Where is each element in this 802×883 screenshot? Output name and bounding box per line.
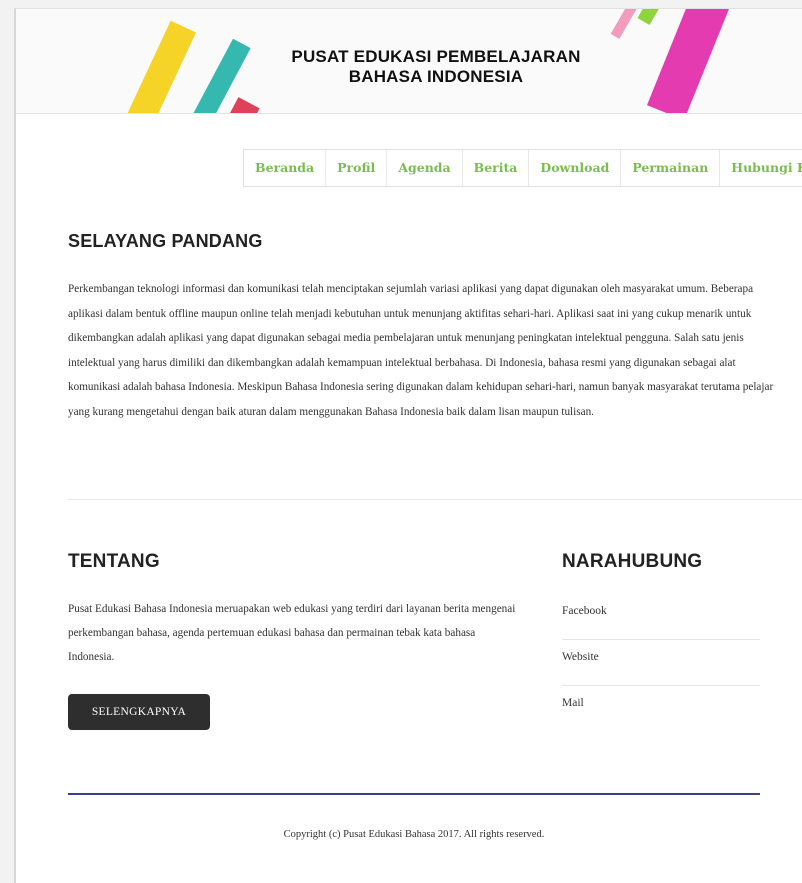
read-more-button[interactable]: SELENGKAPNYA	[68, 694, 210, 730]
section-divider	[68, 499, 802, 500]
site-title-line1: PUSAT EDUKASI PEMBELAJARAN	[291, 47, 581, 66]
decor-stripe-magenta	[646, 9, 730, 113]
nav-item-permainan[interactable]: Permainan	[621, 150, 721, 186]
nav-item-download[interactable]: Download	[529, 150, 622, 186]
decor-stripe-red	[224, 97, 260, 113]
contact-link-facebook[interactable]: Facebook	[562, 594, 760, 640]
decor-stripe-yellow	[119, 20, 197, 113]
nav-item-agenda[interactable]: Agenda	[387, 150, 463, 186]
site-title: PUSAT EDUKASI PEMBELAJARAN BAHASA INDONE…	[256, 47, 616, 87]
nav-item-profil[interactable]: Profil	[326, 150, 388, 186]
site-header: PUSAT EDUKASI PEMBELAJARAN BAHASA INDONE…	[16, 9, 802, 114]
intro-title: SELAYANG PANDANG	[68, 231, 263, 251]
about-text: Pusat Edukasi Bahasa Indonesia meruapaka…	[68, 603, 516, 663]
nav-item-beranda[interactable]: Beranda	[244, 150, 327, 186]
page: PUSAT EDUKASI PEMBELAJARAN BAHASA INDONE…	[14, 8, 802, 883]
contact-list: Facebook Website Mail	[562, 594, 760, 732]
footer-divider	[68, 793, 760, 795]
main-nav: Beranda Profil Agenda Berita Download Pe…	[243, 149, 802, 187]
contact-link-mail[interactable]: Mail	[562, 686, 760, 732]
nav-item-berita[interactable]: Berita	[463, 150, 530, 186]
site-title-line2: BAHASA INDONESIA	[348, 67, 524, 86]
contact-title: NARAHUBUNG	[562, 551, 703, 572]
decor-stripe-green	[637, 9, 661, 26]
about-title: TENTANG	[68, 551, 160, 572]
intro-text: Perkembangan teknologi informasi dan kom…	[68, 283, 774, 418]
nav-item-hubungi-kami[interactable]: Hubungi Kami	[720, 150, 802, 186]
decor-stripe-pink-small	[610, 9, 640, 39]
copyright-text: Copyright (c) Pusat Edukasi Bahasa 2017.…	[283, 829, 545, 840]
contact-link-website[interactable]: Website	[562, 640, 760, 686]
